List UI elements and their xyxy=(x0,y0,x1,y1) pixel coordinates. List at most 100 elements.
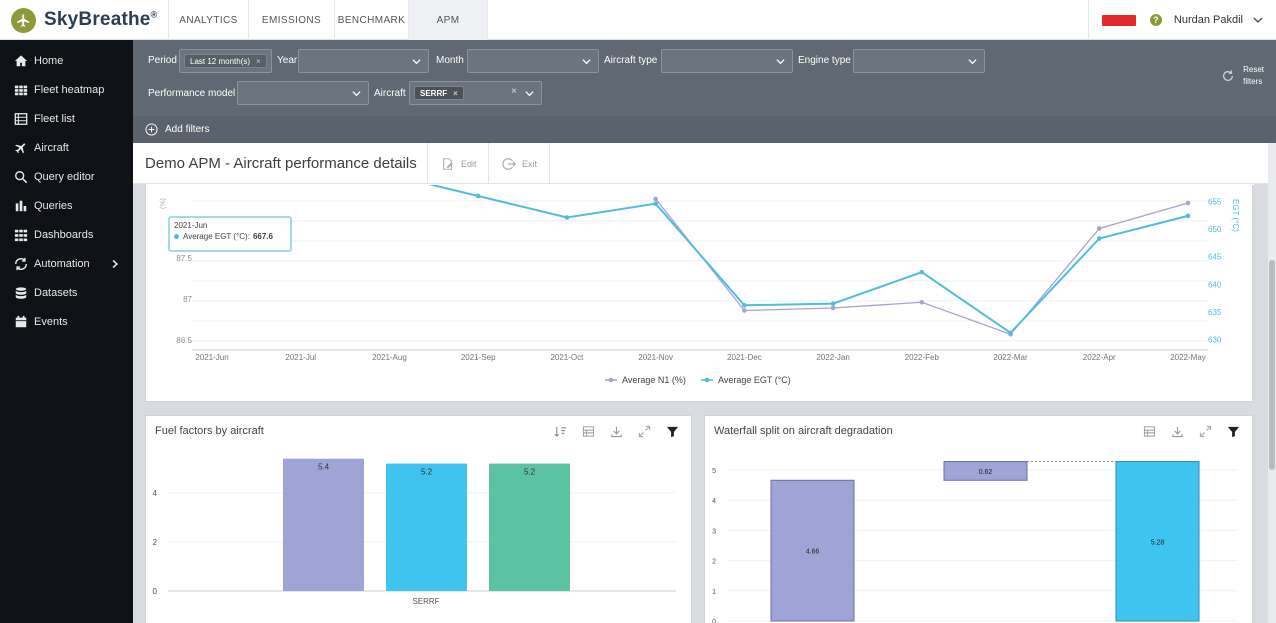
page-header: Demo APM - Aircraft performance details … xyxy=(133,143,1268,184)
sidebar-item-label: Aircraft xyxy=(34,141,69,154)
year-select[interactable] xyxy=(298,49,429,73)
y-right-tick-label: 635 xyxy=(1208,308,1222,317)
y-left-tick-label: 86.5 xyxy=(176,336,192,345)
close-icon[interactable]: × xyxy=(453,89,458,98)
series-line-average-n1 xyxy=(655,198,1189,336)
bar-value-label: 5.2 xyxy=(524,468,536,477)
sidebar-item-query-editor[interactable]: Query editor xyxy=(0,162,133,191)
sidebar-item-fleet-heatmap[interactable]: Fleet heatmap xyxy=(0,75,133,104)
sidebar-item-queries[interactable]: Queries xyxy=(0,191,133,220)
bar-value-label: 5.2 xyxy=(421,468,433,477)
database-icon xyxy=(15,286,27,299)
period-chip[interactable]: Last 12 month(s) × xyxy=(184,54,267,68)
data-point xyxy=(653,201,658,207)
refresh-icon xyxy=(1223,70,1234,81)
series-line-average-egt xyxy=(424,184,1189,335)
chevron-right-icon[interactable] xyxy=(111,259,119,268)
sidebar-item-aircraft[interactable]: Aircraft xyxy=(0,133,133,162)
plot-clip xyxy=(146,184,1254,185)
aircraft-chip[interactable]: SERRF × xyxy=(414,86,464,100)
tab-emissions[interactable]: EMISSIONS xyxy=(248,0,334,40)
close-icon[interactable]: × xyxy=(256,57,261,66)
data-point xyxy=(830,305,836,311)
app-logo[interactable]: SkyBreathe® xyxy=(0,0,170,40)
x-tick-label: 2021-Oct xyxy=(550,353,584,362)
x-tick-label: 2021-Jul xyxy=(285,353,316,362)
x-tick-label: 2021-Jun xyxy=(195,353,228,362)
clear-icon[interactable]: × xyxy=(511,86,517,97)
page-scrollbar[interactable] xyxy=(1268,184,1276,623)
edit-button[interactable]: Edit xyxy=(427,143,488,184)
legend-marker-average-n1 xyxy=(608,377,614,383)
data-point xyxy=(564,215,570,220)
period-select[interactable]: Last 12 month(s) × xyxy=(179,49,272,73)
filter-bar: Period Last 12 month(s) × Year Month Airc… xyxy=(133,40,1276,143)
bar-chart-icon xyxy=(15,200,27,211)
app-name: SkyBreathe® xyxy=(44,9,158,30)
legend-label: Average N1 (%) xyxy=(622,375,686,385)
tab-benchmark[interactable]: BENCHMARK xyxy=(334,0,408,40)
performance-model-label: Performance model xyxy=(148,88,236,99)
performance-model-select[interactable] xyxy=(237,81,369,105)
y-tick-label: 4 xyxy=(712,498,716,505)
bar xyxy=(489,463,570,591)
sidebar-item-label: Fleet heatmap xyxy=(34,83,105,96)
sidebar-item-fleet-list[interactable]: Fleet list xyxy=(0,104,133,133)
sidebar-item-automation[interactable]: Automation xyxy=(0,249,133,278)
sidebar-item-events[interactable]: Events xyxy=(0,307,133,336)
list-icon xyxy=(14,112,28,125)
sidebar-item-label: Query editor xyxy=(34,170,95,183)
data-point xyxy=(653,196,658,202)
chevron-down-icon xyxy=(412,59,421,65)
aircraft-type-select[interactable] xyxy=(661,49,793,73)
waterfall-chart[interactable]: 0 1 2 3 4 5 4.66 0.62 5.28 xyxy=(705,416,1254,623)
chevron-down-icon xyxy=(776,59,785,65)
chevron-down-icon xyxy=(582,59,591,65)
sidebar-item-datasets[interactable]: Datasets xyxy=(0,278,133,307)
exit-button[interactable]: Exit xyxy=(488,143,550,184)
tab-analytics[interactable]: ANALYTICS xyxy=(168,0,248,40)
year-label: Year xyxy=(277,55,298,66)
sidebar-item-label: Queries xyxy=(34,199,73,212)
y-tick-label: 0 xyxy=(153,587,158,596)
x-tick-label: 2021-Nov xyxy=(638,353,673,362)
exit-icon xyxy=(502,157,516,170)
reset-filters-button[interactable]: Reset filters xyxy=(1221,64,1264,88)
y-left-axis-title: (%) xyxy=(160,198,167,209)
scrollbar-thumb[interactable] xyxy=(1269,260,1275,470)
plus-circle-icon[interactable] xyxy=(145,123,158,136)
help-icon[interactable]: ? xyxy=(1149,14,1162,26)
y-tick-label: 1 xyxy=(712,589,716,596)
y-tick-label: 5 xyxy=(712,468,716,475)
y-right-tick-label: 650 xyxy=(1208,225,1222,234)
data-point xyxy=(919,269,925,275)
sidebar-item-label: Dashboards xyxy=(34,228,94,241)
fuel-factors-panel: Fuel factors by aircraft 0 2 4 5.4 5.2 5.2 SER… xyxy=(145,415,692,623)
y-right-tick-label: 640 xyxy=(1208,280,1222,289)
x-tick-label: 2021-Dec xyxy=(727,353,762,362)
x-tick-label: SERRF xyxy=(412,597,439,606)
tab-apm[interactable]: APM xyxy=(408,0,488,40)
bar xyxy=(283,458,364,591)
x-tick-label: 2022-May xyxy=(1170,353,1206,362)
reset-filters-label: Reset filters xyxy=(1243,65,1264,86)
performance-line-chart[interactable]: 86.5 87 87.5 (%) 630 635 640 645 650 655 EGT (°C) 2… xyxy=(146,184,1254,402)
sidebar-item-label: Datasets xyxy=(34,286,78,299)
bar xyxy=(386,463,467,591)
sidebar-item-home[interactable]: Home xyxy=(0,46,133,75)
chevron-down-icon[interactable] xyxy=(1252,14,1264,26)
fuel-factors-chart[interactable]: 0 2 4 5.4 5.2 5.2 SERRF xyxy=(146,416,693,623)
airplane-logo-icon xyxy=(11,7,36,33)
sidebar: Home Fleet heatmap Fleet list Aircraft Q… xyxy=(0,40,133,623)
aircraft-select[interactable]: SERRF × × xyxy=(409,81,542,105)
x-tick-label: 2022-Jan xyxy=(816,353,849,362)
sidebar-item-label: Home xyxy=(34,54,64,67)
sidebar-item-dashboards[interactable]: Dashboards xyxy=(0,220,133,249)
y-left-tick-label: 87 xyxy=(183,295,192,304)
y-tick-label: 2 xyxy=(712,559,716,566)
add-filters-button[interactable]: Add filters xyxy=(165,124,209,135)
dashboard-content: 86.5 87 87.5 (%) 630 635 640 645 650 655 EGT (°C) 2… xyxy=(133,184,1268,623)
engine-type-select[interactable] xyxy=(853,49,985,73)
user-name[interactable]: Nurdan Pakdil xyxy=(1174,14,1243,26)
month-select[interactable] xyxy=(467,49,599,73)
